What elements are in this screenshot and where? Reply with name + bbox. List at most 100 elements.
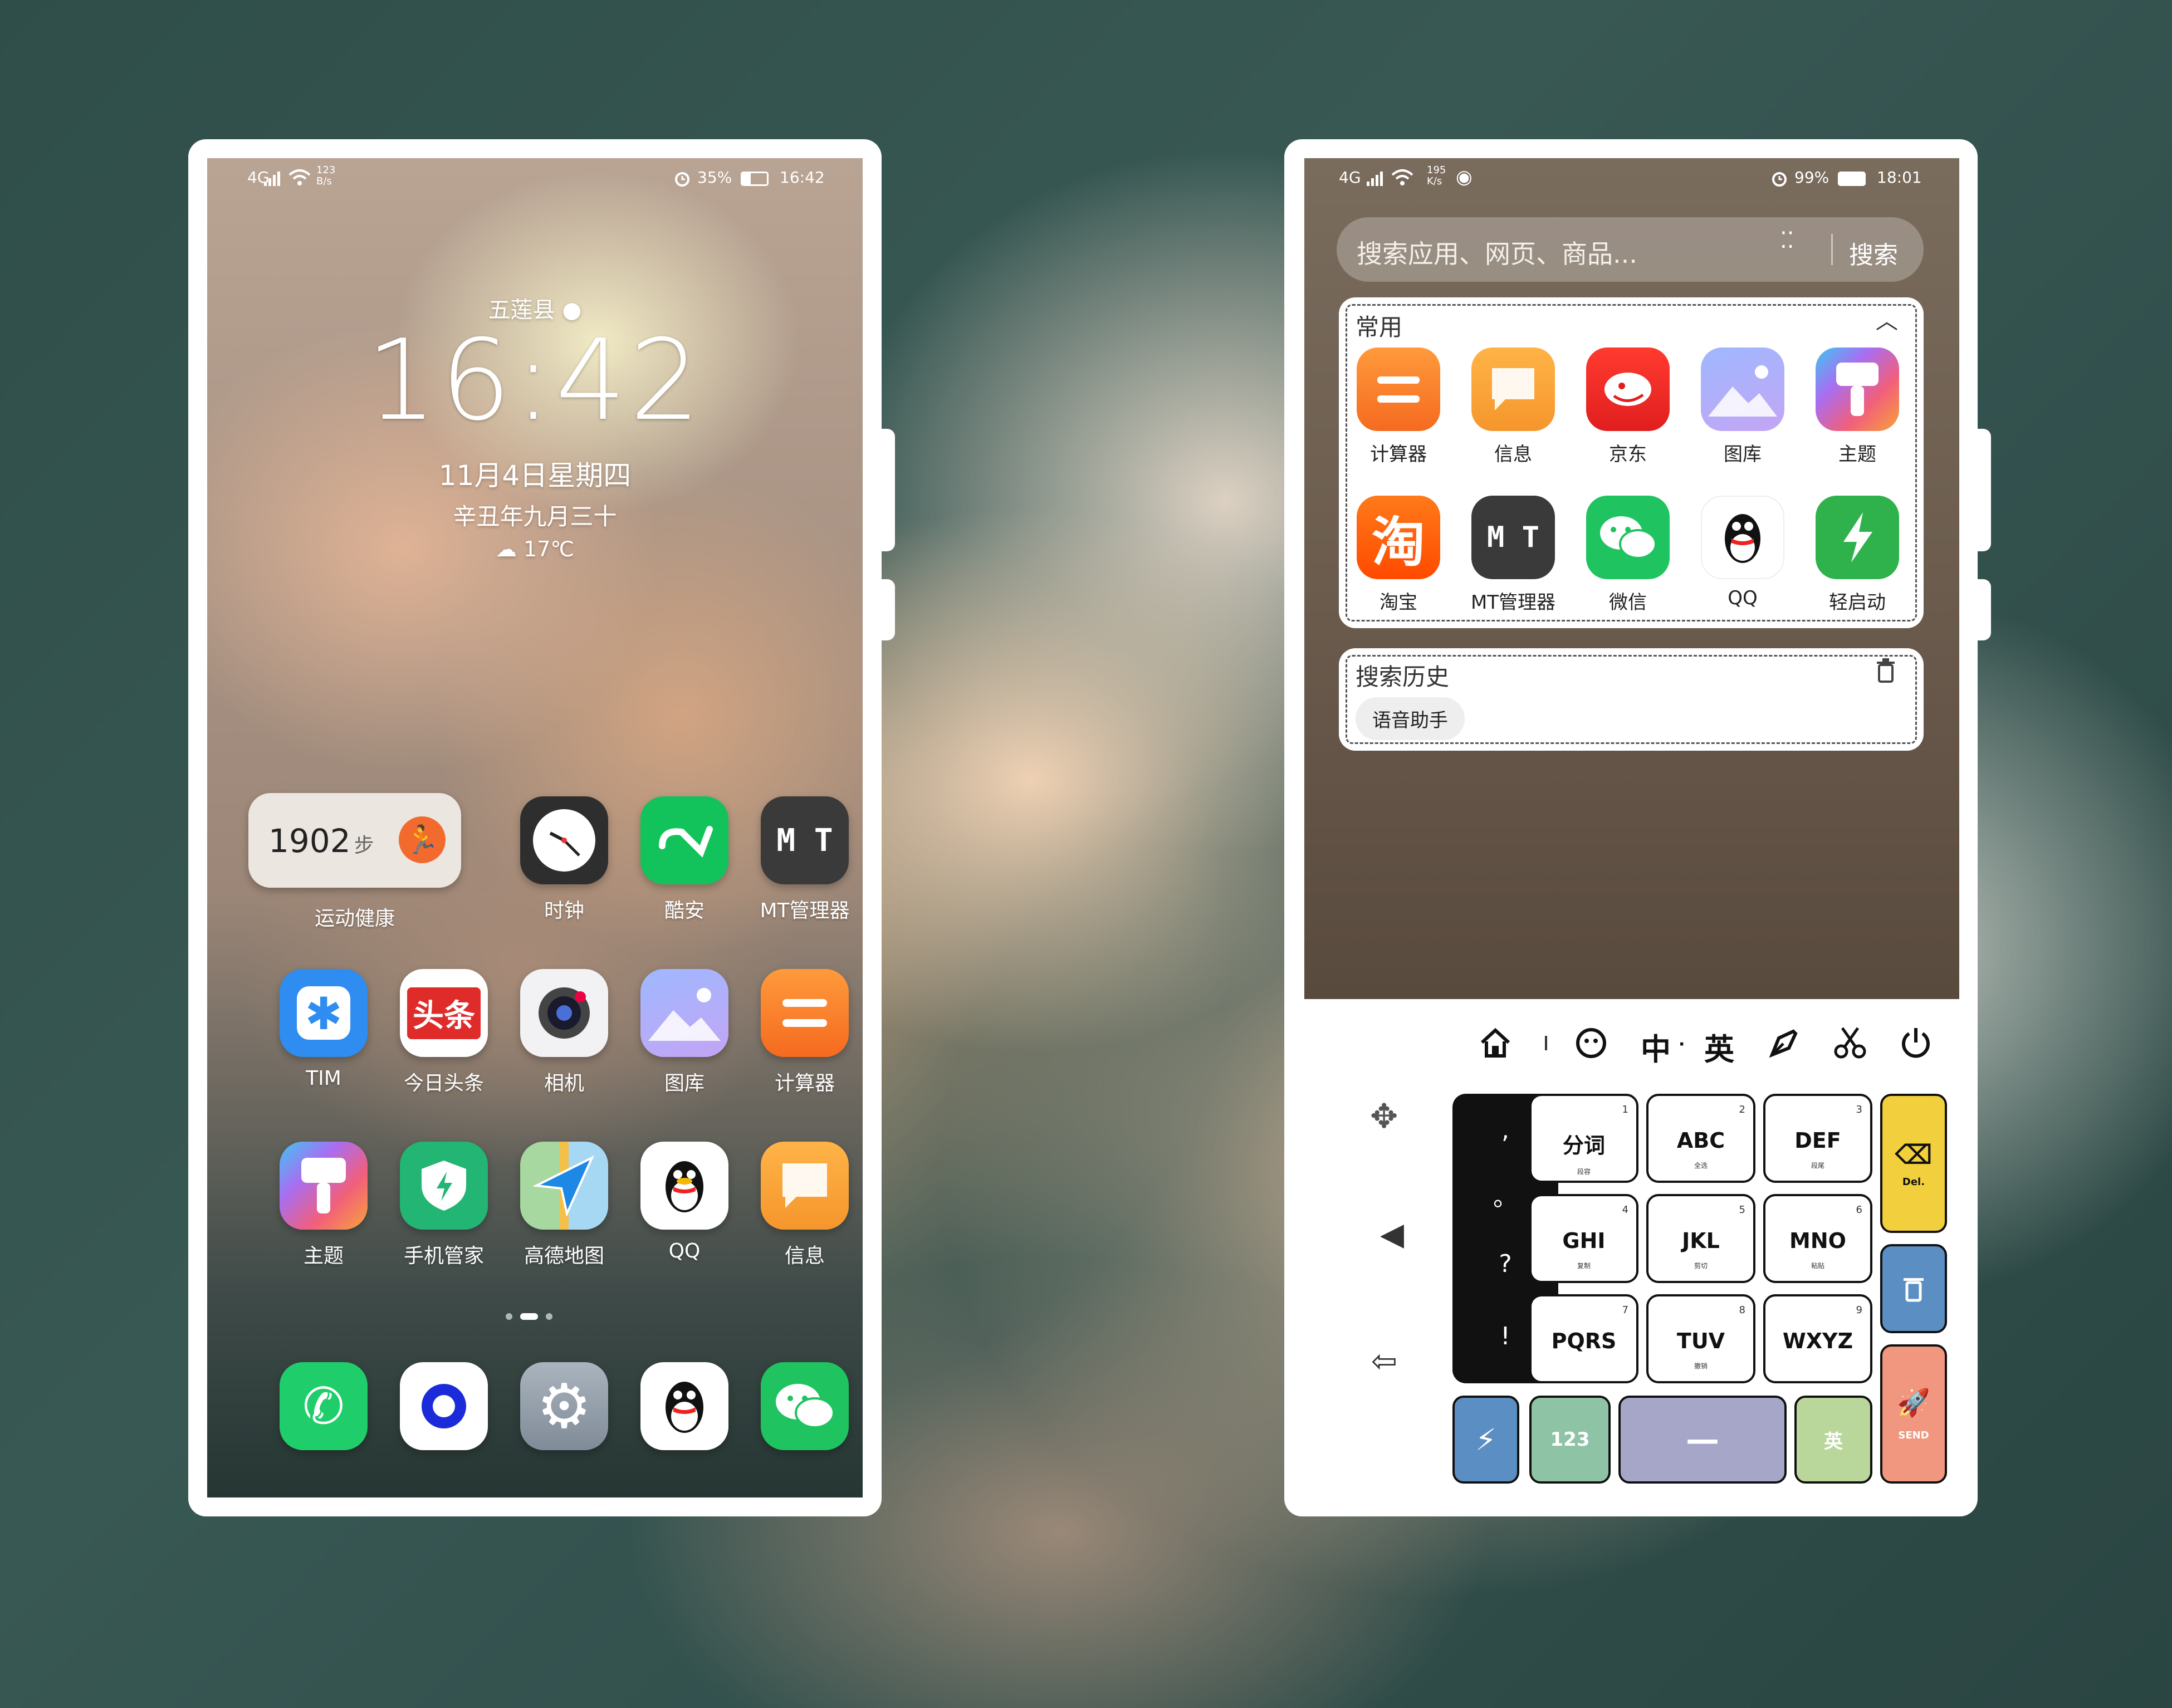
dock-settings[interactable]: ⚙	[511, 1362, 617, 1450]
app-label: MT管理器	[760, 899, 850, 922]
frequent-apps-card: 常用 ︿ 计算器 信息 京东 图库 主题 淘淘宝 M T MT管理器 微信 QQ …	[1339, 297, 1924, 628]
key-3[interactable]: 3 DEF 段尾	[1763, 1094, 1872, 1183]
network-indicator: 4G	[1339, 168, 1361, 187]
freq-app-wechat[interactable]: 微信	[1575, 496, 1681, 614]
status-time: 18:01	[1877, 168, 1922, 187]
send-key[interactable]: 🚀 SEND	[1880, 1344, 1947, 1484]
history-title: 搜索历史	[1356, 663, 1450, 691]
search-bar[interactable]: 搜索应用、网页、商品... ⁚⁚ 搜索	[1337, 217, 1924, 282]
alarm-icon	[1772, 172, 1787, 187]
app-calculator[interactable]: 计算器	[752, 969, 858, 1096]
freq-app-quick-launch[interactable]: 轻启动	[1804, 496, 1910, 614]
delete-key[interactable]: ⌫ Del.	[1880, 1094, 1947, 1233]
key-8[interactable]: 8 TUV 撤销	[1646, 1294, 1755, 1383]
dock-wechat[interactable]	[752, 1362, 858, 1450]
battery-icon	[1838, 172, 1866, 186]
freq-app-calculator[interactable]: 计算器	[1346, 348, 1451, 466]
signal-icon	[1367, 172, 1383, 186]
move-cursor-icon[interactable]: ✥	[1370, 1097, 1398, 1136]
emoji-icon[interactable]	[1575, 1027, 1607, 1059]
numeric-key[interactable]: 123	[1529, 1396, 1611, 1484]
freq-app-gallery[interactable]: 图库	[1690, 348, 1796, 466]
qq-icon	[640, 1142, 728, 1230]
space-key[interactable]: —	[1618, 1396, 1787, 1484]
app-tim[interactable]: ✱ TIM	[271, 969, 376, 1090]
coolapk-icon	[640, 796, 728, 884]
home-icon[interactable]	[1480, 1027, 1511, 1058]
freq-app-taobao[interactable]: 淘淘宝	[1346, 496, 1451, 614]
battery-icon	[741, 172, 769, 186]
english-toggle[interactable]: 英	[1704, 1025, 1734, 1069]
app-amap[interactable]: 高德地图	[511, 1142, 617, 1269]
gallery-icon	[1701, 348, 1784, 431]
app-clock[interactable]: 时钟	[511, 796, 617, 923]
lightning-key[interactable]: ⚡	[1452, 1396, 1519, 1484]
freq-app-jd[interactable]: 京东	[1575, 348, 1681, 466]
key-4[interactable]: 4 GHI 复制	[1529, 1194, 1638, 1283]
phone-icon: ✆	[280, 1362, 368, 1450]
grid-dots-icon[interactable]: ⁚⁚	[1780, 229, 1794, 252]
app-coolapk[interactable]: 酷安	[632, 796, 737, 923]
search-input[interactable]: 搜索应用、网页、商品...	[1357, 234, 1637, 271]
dock-phone[interactable]: ✆	[271, 1362, 376, 1450]
key-5[interactable]: 5 JKL 剪切	[1646, 1194, 1755, 1283]
cloud-icon: ☁	[495, 537, 517, 561]
app-label: 信息	[784, 1245, 825, 1267]
dock-qq[interactable]	[632, 1362, 737, 1450]
lightning-icon	[1816, 496, 1899, 579]
running-icon: 🏃	[399, 816, 446, 863]
eye-icon: ◉	[1456, 166, 1473, 188]
app-themes[interactable]: 主题	[271, 1142, 376, 1269]
trash-icon[interactable]	[1875, 658, 1897, 683]
dock-browser[interactable]	[391, 1362, 497, 1450]
app-label: 主题	[303, 1245, 344, 1267]
lunar-date: 辛丑年九月三十	[453, 503, 617, 530]
status-time: 16:42	[780, 168, 825, 187]
key-6[interactable]: 6 MNO 粘贴	[1763, 1194, 1872, 1283]
app-gallery[interactable]: 图库	[632, 969, 737, 1096]
key-9[interactable]: 9 WXYZ	[1763, 1294, 1872, 1383]
divider	[1831, 234, 1833, 265]
step-widget[interactable]: 1902 步 🏃	[248, 793, 461, 888]
app-toutiao[interactable]: 头条 今日头条	[391, 969, 497, 1096]
frequent-title: 常用	[1356, 314, 1403, 341]
trash-icon	[1904, 1278, 1924, 1302]
app-phone-manager[interactable]: 手机管家	[391, 1142, 497, 1269]
scissors-icon[interactable]	[1833, 1026, 1867, 1059]
freq-app-themes[interactable]: 主题	[1804, 348, 1910, 466]
lightning-icon: ⚡	[1475, 1422, 1496, 1457]
app-messages[interactable]: 信息	[752, 1142, 858, 1269]
camera-icon	[520, 969, 608, 1057]
clock-date: 11月4日星期四	[438, 459, 632, 492]
app-label: 图库	[664, 1072, 705, 1095]
history-chip[interactable]: 语音助手	[1356, 697, 1465, 740]
qq-icon	[1701, 496, 1784, 579]
app-label: 高德地图	[524, 1245, 604, 1267]
app-camera[interactable]: 相机	[511, 969, 617, 1096]
clear-key[interactable]	[1880, 1244, 1947, 1333]
key-7[interactable]: 7 PQRS	[1529, 1294, 1638, 1383]
shield-icon	[400, 1142, 488, 1230]
collapse-chevron-icon[interactable]: ︿	[1876, 303, 1898, 335]
left-arrow-icon[interactable]: ◀	[1380, 1216, 1404, 1252]
freq-app-mt-manager[interactable]: M T MT管理器	[1460, 496, 1566, 614]
freq-app-messages[interactable]: 信息	[1460, 348, 1566, 466]
pen-icon[interactable]	[1768, 1027, 1800, 1059]
freq-app-qq[interactable]: QQ	[1690, 496, 1796, 609]
toutiao-icon: 头条	[400, 969, 488, 1057]
tim-icon: ✱	[280, 969, 368, 1057]
power-icon[interactable]	[1899, 1026, 1933, 1059]
themes-icon	[280, 1142, 368, 1230]
key-1[interactable]: 1 分词 段容	[1529, 1094, 1638, 1183]
chinese-toggle[interactable]: 中	[1641, 1025, 1671, 1069]
toolbar-dot: ·	[1679, 1035, 1685, 1054]
search-button[interactable]: 搜索	[1849, 235, 1898, 271]
calculator-icon	[761, 969, 849, 1057]
exit-icon[interactable]: ⇦	[1371, 1343, 1397, 1379]
app-qq[interactable]: QQ	[632, 1142, 737, 1262]
left-phone-screen: 4G 123 B/s 35% 16:42 五莲县 ● 16:42 11月4日星期…	[207, 158, 863, 1497]
app-mt-manager[interactable]: M T MT管理器	[752, 796, 858, 923]
english-key[interactable]: 英	[1794, 1396, 1872, 1484]
key-2[interactable]: 2 ABC 全选	[1646, 1094, 1755, 1183]
gallery-icon	[640, 969, 728, 1057]
